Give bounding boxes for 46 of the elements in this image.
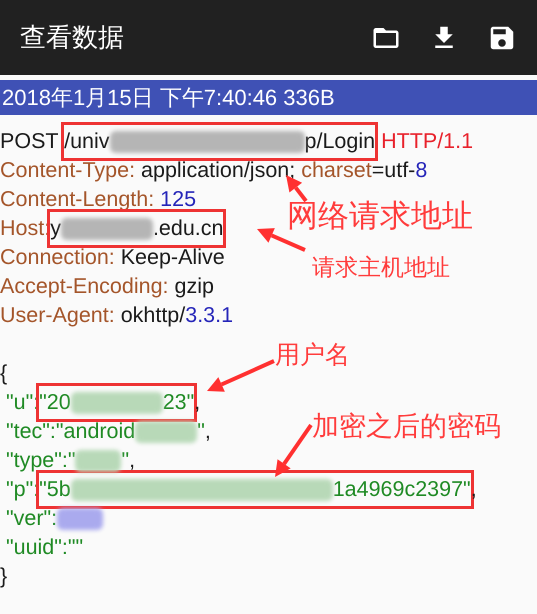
arrow (207, 359, 275, 392)
code-text: { (0, 360, 8, 388)
code-text: y (50, 215, 61, 242)
code-text: application/json; (141, 157, 296, 184)
code-text: "uuid":"" (4, 534, 84, 562)
annotation-label: 加密之后的密码 (312, 413, 501, 440)
code-text: Connection: (0, 244, 116, 272)
code-text: User-Agent: (0, 302, 116, 330)
code-text: Content-Length: (0, 186, 156, 214)
code-text: "tec":"android (4, 418, 136, 446)
code-text: 1a4969c2397" (332, 476, 471, 504)
code-text: 8 (415, 157, 428, 184)
code-text: Keep-Alive (120, 244, 225, 272)
arrow (257, 228, 306, 252)
code-text: , (129, 447, 136, 474)
code-text: , (194, 389, 200, 416)
code-text: /univ (64, 128, 110, 156)
code-text: 23" (162, 389, 194, 416)
code-text: gzip (174, 273, 214, 300)
code-text: Accept-Encoding: (0, 273, 170, 300)
annotation-label: 用户名 (275, 343, 350, 368)
arrow (275, 424, 313, 477)
code-text: 125 (160, 186, 196, 214)
code-text: .edu.cn (152, 215, 224, 242)
code-text: "20 (39, 389, 71, 416)
code-text: } (0, 563, 8, 590)
code-text: charset (301, 157, 372, 184)
code-text: =utf- (372, 157, 416, 184)
code-text: , (204, 418, 211, 446)
code-text: Content-Type: (0, 157, 136, 184)
code-text: okhttp/ (120, 302, 186, 330)
code-text: "type":" (4, 447, 76, 474)
code-text: HTTP/1.1 (380, 128, 474, 156)
code-text: "ver": (4, 505, 58, 532)
code-text: , (470, 476, 477, 504)
record-info: 2018年1月15日 下午7:40:46 336B (2, 84, 335, 112)
code-text: Host: (0, 215, 50, 242)
app-title: 查看数据 (20, 21, 125, 54)
annotation-label: 请求主机地址 (312, 256, 450, 279)
code-text: p/Login (304, 128, 376, 156)
annotation-label: 网络请求地址 (287, 200, 473, 231)
code-text: 3.3.1 (185, 302, 234, 330)
code-text: "5b (39, 476, 71, 504)
code-text: " (121, 447, 130, 474)
code-text: " (197, 418, 205, 446)
code-text: POST (0, 128, 60, 156)
